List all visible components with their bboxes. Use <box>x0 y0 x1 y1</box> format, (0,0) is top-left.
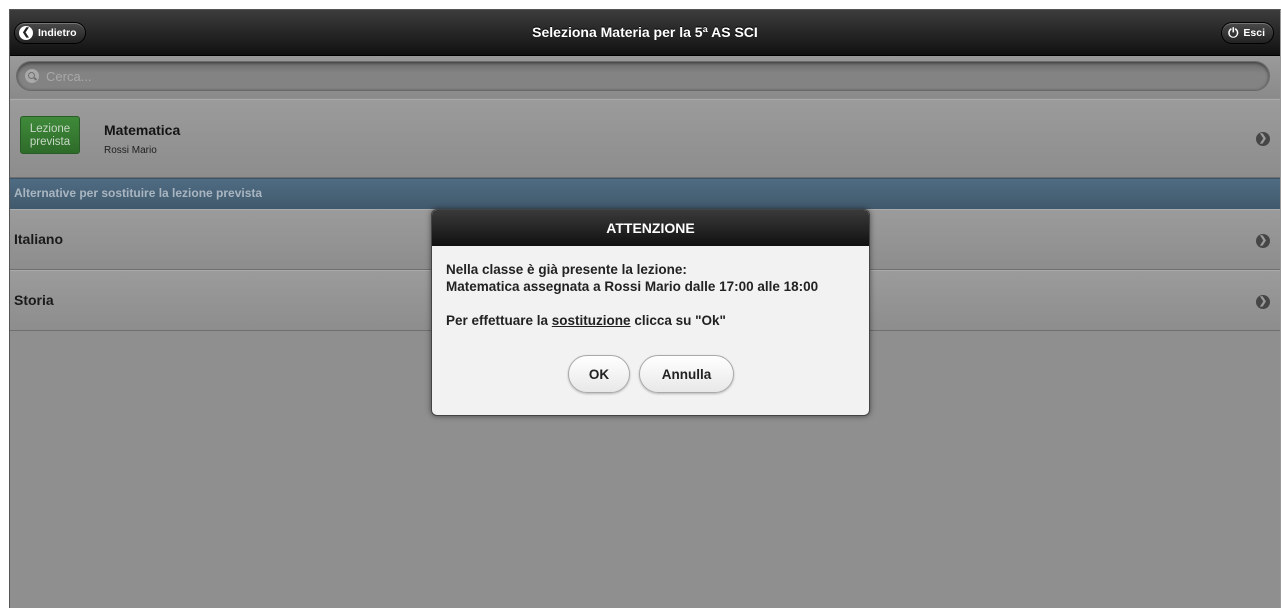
planned-lesson-title: Matematica <box>104 122 181 138</box>
dialog-message: Nella classe è già presente la lezione: … <box>446 261 818 329</box>
arrow-right-icon: ❯ <box>1256 295 1270 309</box>
search-field[interactable] <box>16 61 1270 91</box>
app-window: Seleziona Materia per la 5ª AS SCI ❮ Ind… <box>9 9 1281 608</box>
back-button-label: Indietro <box>38 27 77 39</box>
list-item-label: Storia <box>14 292 54 308</box>
arrow-right-icon: ❯ <box>1256 234 1270 248</box>
dialog-line-1: Nella classe è già presente la lezione: <box>446 262 687 277</box>
dialog-line-2: Matematica assegnata a Rossi Mario dalle… <box>446 279 819 294</box>
power-icon: ⏻ <box>1228 25 1239 40</box>
dialog-line-3: Per effettuare la sostituzione clicca su… <box>446 312 818 329</box>
search-icon <box>25 69 39 83</box>
cancel-button[interactable]: Annulla <box>639 355 734 393</box>
chevron-left-icon: ❮ <box>19 26 33 40</box>
arrow-right-icon: ❯ <box>1256 132 1270 146</box>
exit-button[interactable]: ⏻ Esci <box>1221 22 1274 44</box>
planned-lesson-item[interactable]: Lezione prevista Matematica Rossi Mario … <box>10 99 1280 178</box>
list-item-label: Italiano <box>14 231 64 247</box>
dialog-line-3-post: clicca su "Ok" <box>630 313 726 328</box>
planned-lesson-badge: Lezione prevista <box>20 116 80 154</box>
header-bar: Seleziona Materia per la 5ª AS SCI ❮ Ind… <box>10 10 1280 56</box>
dialog-title: ATTENZIONE <box>432 210 869 246</box>
search-input[interactable] <box>44 67 1228 85</box>
sostituzione-text: sostituzione <box>551 313 631 328</box>
ok-button[interactable]: OK <box>568 355 630 393</box>
alternatives-divider: Alternative per sostituire la lezione pr… <box>10 178 1280 209</box>
dialog-line-3-pre: Per effettuare la <box>446 313 552 328</box>
back-button[interactable]: ❮ Indietro <box>14 22 86 44</box>
exit-button-label: Esci <box>1243 27 1265 39</box>
confirm-dialog: ATTENZIONE Nella classe è già presente l… <box>431 209 870 416</box>
page-title: Seleziona Materia per la 5ª AS SCI <box>532 24 758 40</box>
planned-lesson-teacher: Rossi Mario <box>104 145 157 156</box>
search-bar <box>10 56 1280 98</box>
